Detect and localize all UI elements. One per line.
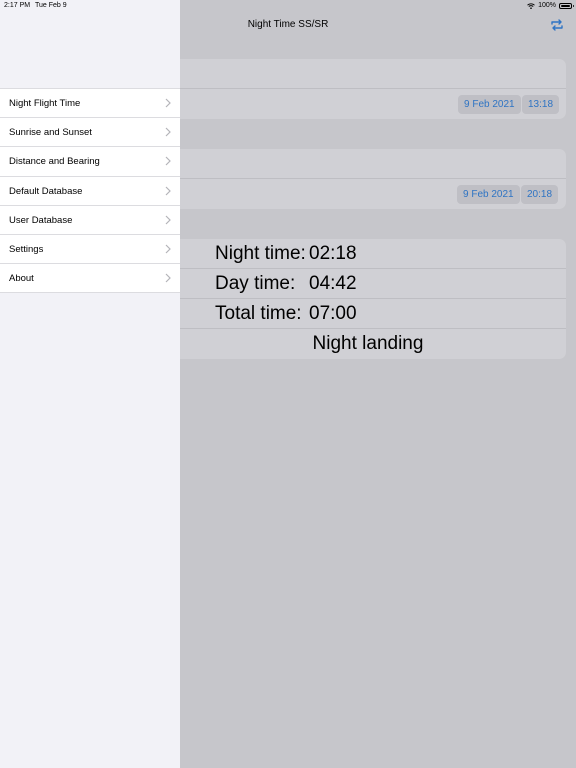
- sidebar: Night Flight Time Sunrise and Sunset Dis…: [0, 0, 180, 768]
- arrival-row: 9 Feb 2021 20:18: [170, 179, 566, 209]
- departure-time-button[interactable]: 13:18: [522, 95, 560, 114]
- sidebar-item-sunrise-and-sunset[interactable]: Sunrise and Sunset: [0, 118, 180, 148]
- departure-header: [170, 59, 566, 89]
- total-time-label: Total time:: [215, 303, 302, 324]
- night-time-value: 02:18: [309, 243, 357, 264]
- day-time-value: 04:42: [309, 273, 357, 294]
- status-indicators: 100%: [527, 2, 574, 9]
- status-date: Tue Feb 9: [35, 2, 67, 9]
- sidebar-item-label: Night Flight Time: [9, 98, 81, 109]
- battery-icon: [559, 2, 574, 9]
- chevron-right-icon: [165, 98, 171, 108]
- sidebar-item-label: Sunrise and Sunset: [9, 127, 92, 139]
- chevron-right-icon: [165, 186, 171, 195]
- results-panel: Night time: 02:18 Day time: 04:42 Total …: [170, 239, 566, 359]
- sidebar-item-label: Distance and Bearing: [9, 156, 100, 168]
- total-time-value: 07:00: [309, 303, 357, 324]
- chevron-right-icon: [165, 156, 171, 166]
- sidebar-item-user-database[interactable]: User Database: [0, 206, 180, 235]
- day-time-row: Day time: 04:42: [170, 269, 566, 299]
- chevron-right-icon: [165, 244, 171, 254]
- chevron-right-icon: [165, 127, 171, 137]
- status-time: 2:17 PM: [4, 2, 31, 9]
- arrival-header: [170, 149, 566, 179]
- sidebar-item-label: About: [9, 273, 34, 285]
- total-time-row: Total time: 07:00: [170, 299, 566, 329]
- sidebar-item-default-database[interactable]: Default Database: [0, 177, 180, 206]
- departure-row: 9 Feb 2021 13:18: [170, 89, 566, 119]
- night-time-row: Night time: 02:18: [170, 239, 566, 269]
- sidebar-item-label: Settings: [9, 243, 44, 255]
- departure-date-button[interactable]: 9 Feb 2021: [458, 95, 521, 114]
- sidebar-item-label: Default Database: [9, 185, 83, 197]
- chevron-right-icon: [165, 273, 171, 283]
- night-landing-row: Night landing: [170, 329, 566, 359]
- sidebar-menu: Night Flight Time Sunrise and Sunset Dis…: [0, 88, 180, 294]
- arrival-date-button[interactable]: 9 Feb 2021: [457, 185, 520, 204]
- sidebar-item-distance-and-bearing[interactable]: Distance and Bearing: [0, 147, 180, 177]
- night-landing-label: Night landing: [312, 333, 424, 354]
- arrival-time-button[interactable]: 20:18: [521, 185, 559, 204]
- wifi-icon: [527, 2, 535, 9]
- battery-percent: 100%: [538, 2, 556, 9]
- sidebar-item-about[interactable]: About: [0, 264, 180, 294]
- arrival-group: 9 Feb 2021 20:18: [170, 149, 566, 209]
- refresh-icon[interactable]: [550, 19, 564, 31]
- day-time-label: Day time:: [215, 273, 296, 294]
- sidebar-item-settings[interactable]: Settings: [0, 235, 180, 265]
- night-time-label: Night time:: [215, 243, 306, 264]
- sidebar-item-label: User Database: [9, 214, 73, 226]
- chevron-right-icon: [165, 215, 171, 225]
- sidebar-item-night-flight-time[interactable]: Night Flight Time: [0, 89, 180, 119]
- departure-group: 9 Feb 2021 13:18: [170, 59, 566, 119]
- status-bar: 2:17 PM Tue Feb 9 100%: [0, 0, 576, 12]
